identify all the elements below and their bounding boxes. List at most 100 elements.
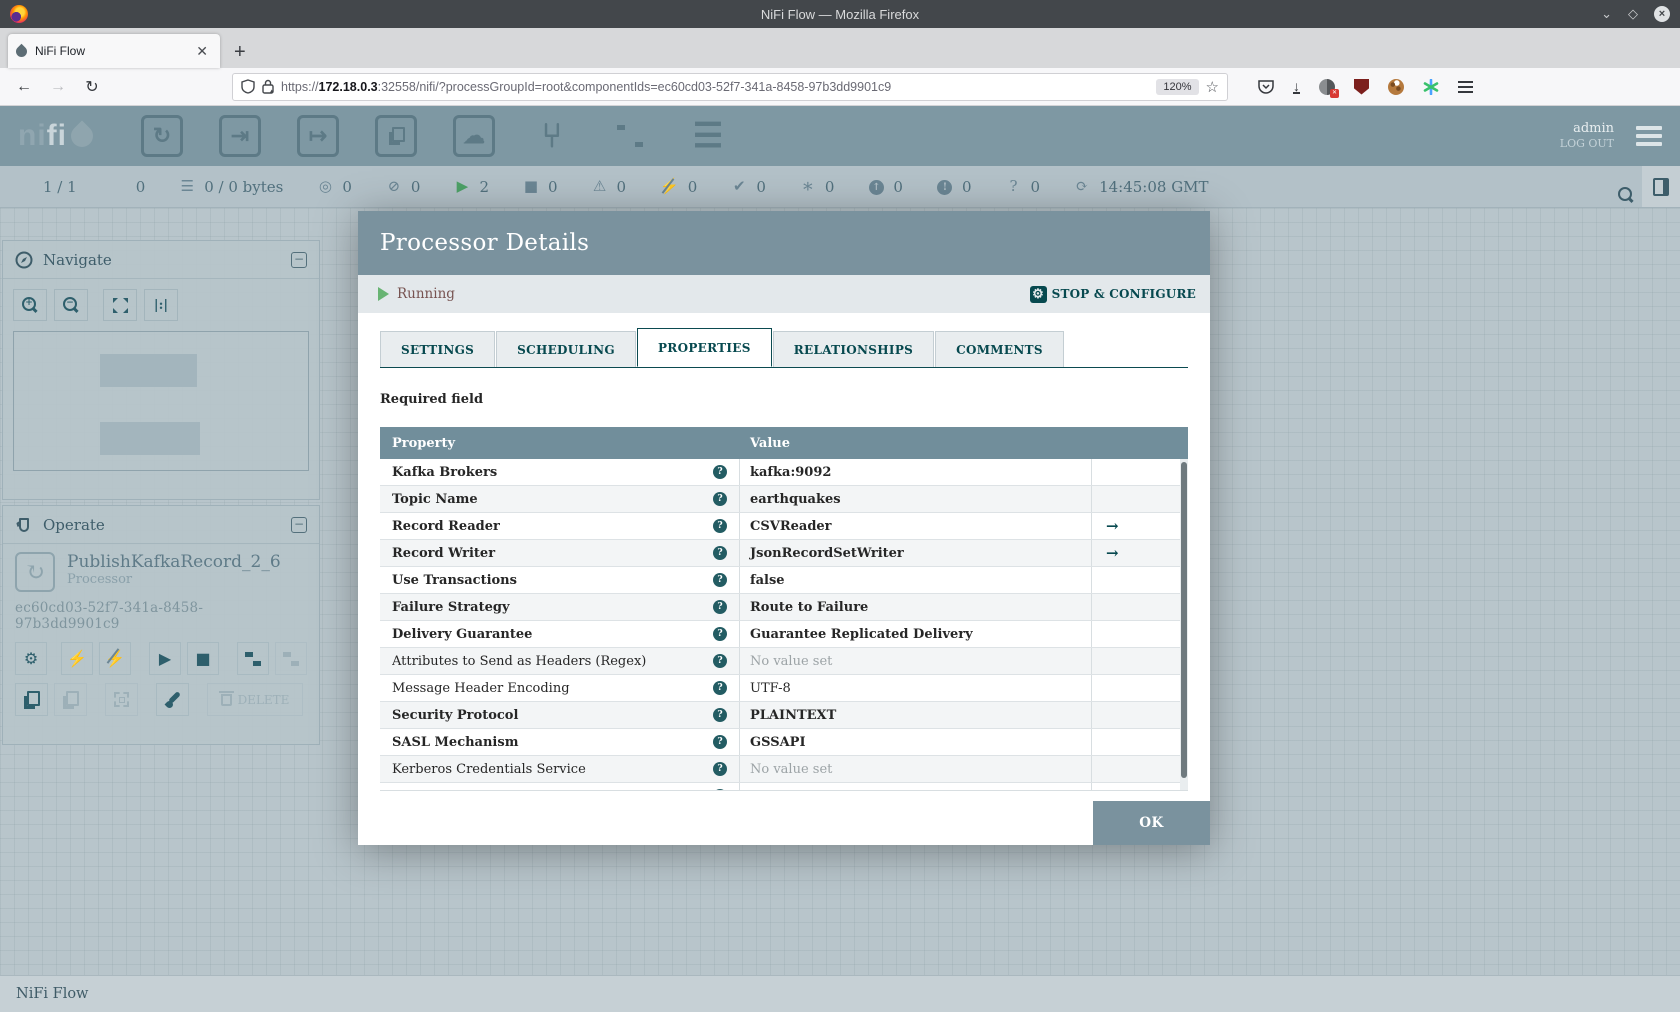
zoom-in-button[interactable] [13,289,47,321]
help-icon[interactable]: ? [713,762,727,776]
reload-button[interactable]: ↻ [78,77,106,97]
table-row[interactable]: Record Writer? JsonRecordSetWriter → [380,540,1188,567]
tracking-shield-icon[interactable] [241,79,255,94]
tab-close-icon[interactable]: ✕ [192,43,212,60]
help-icon[interactable]: ? [713,708,727,722]
change-color-button[interactable] [156,683,189,716]
go-to-service-icon[interactable]: → [1106,517,1119,535]
downloads-icon[interactable]: ↓ [1293,79,1300,94]
birdseye-minimap[interactable] [13,331,309,471]
collapse-operate-icon[interactable]: − [291,516,307,533]
go-to-service-icon[interactable]: → [1106,544,1119,562]
help-icon[interactable]: ? [713,546,727,560]
tab-relationships[interactable]: RELATIONSHIPS [772,331,935,367]
property-value: No value set [750,761,833,777]
global-menu-icon[interactable] [1636,125,1662,146]
window-close-icon[interactable]: × [1654,6,1670,22]
table-row[interactable]: Use Transactions? false [380,567,1188,594]
input-port-component-icon[interactable]: ⇥ [219,115,261,157]
zoom-out-button[interactable] [54,289,88,321]
status-value: 0 [548,177,558,196]
logout-link[interactable]: LOG OUT [1560,137,1614,152]
property-name: Security Protocol [392,707,519,723]
nifi-header: ni fi ↻ ⇥ ↦ ☁ ⑂ ☰ admin LOG OUT [0,106,1680,166]
paste-button[interactable] [54,683,87,716]
processor-component-icon[interactable]: ↻ [141,115,183,157]
ok-button[interactable]: OK [1093,801,1210,845]
help-icon[interactable]: ? [713,654,727,668]
group-button[interactable] [105,683,138,716]
breadcrumb[interactable]: NiFi Flow [16,986,88,1002]
help-icon[interactable]: ? [713,789,727,790]
tab-comments[interactable]: COMMENTS [935,331,1064,367]
help-icon[interactable]: ? [713,573,727,587]
copy-button[interactable] [15,683,48,716]
tab-settings[interactable]: SETTINGS [380,331,496,367]
table-row[interactable]: Kafka Brokers? kafka:9092 [380,459,1188,486]
bookmark-star-icon[interactable]: ☆ [1206,78,1219,96]
table-row[interactable]: Failure Strategy? Route to Failure [380,594,1188,621]
table-row[interactable]: Delivery Guarantee? Guarantee Replicated … [380,621,1188,648]
table-row[interactable]: Message Header Encoding? UTF-8 [380,675,1188,702]
window-menu-chevron-icon[interactable]: ⌄ [1601,6,1612,22]
zoom-actual-button[interactable]: |:| [144,289,178,321]
help-icon[interactable]: ? [713,465,727,479]
help-icon[interactable]: ? [713,492,727,506]
lock-warning-icon[interactable] [262,79,274,94]
configure-button[interactable]: ⚙ [15,642,47,675]
stop-button[interactable]: ■ [187,642,219,675]
funnel-component-icon[interactable]: ⑂ [531,115,573,157]
help-icon[interactable]: ? [713,600,727,614]
label-component-icon[interactable]: ☰ [687,115,729,157]
tab-scheduling[interactable]: SCHEDULING [496,331,636,367]
revert-version-icon [283,651,299,666]
cookie-extension-icon[interactable] [1388,78,1404,95]
stop-and-configure-button[interactable]: ⚙ STOP & CONFIGURE [1029,285,1196,303]
table-row[interactable]: SASL Mechanism? GSSAPI [380,729,1188,756]
last-refresh-time: 14:45:08 GMT [1099,177,1209,196]
table-row-partial[interactable]: ? No value set [380,783,1188,790]
extension-asterisk-icon[interactable] [1423,78,1439,95]
table-row[interactable]: Record Reader? CSVReader → [380,513,1188,540]
process-group-component-icon[interactable] [375,115,417,157]
browser-menu-icon[interactable] [1458,80,1473,93]
privacy-extension-icon[interactable] [1319,78,1339,98]
collapse-navigate-icon[interactable]: − [291,251,307,268]
save-template-button[interactable] [237,642,269,675]
remote-process-group-component-icon[interactable]: ☁ [453,115,495,157]
url-bar[interactable]: https://172.18.0.3:32558/nifi/?processGr… [232,72,1228,101]
browser-tab[interactable]: NiFi Flow ✕ [8,34,220,68]
help-icon[interactable]: ? [713,735,727,749]
template-component-icon[interactable] [609,115,651,157]
minimap-processor-rect [100,422,200,455]
zoom-fit-button[interactable] [103,289,137,321]
nifi-logo-droplet-icon [66,120,98,152]
table-scrollbar[interactable] [1180,459,1188,790]
help-icon[interactable]: ? [713,627,727,641]
table-scrollbar-thumb[interactable] [1181,462,1187,778]
start-button[interactable]: ▶ [149,642,181,675]
table-row[interactable]: Kerberos Credentials Service? No value se… [380,756,1188,783]
refresh-icon[interactable]: ⟳ [1074,179,1090,194]
table-row[interactable]: Topic Name? earthquakes [380,486,1188,513]
properties-table-header: Property Value [380,427,1188,459]
back-button[interactable]: ← [10,78,38,96]
pocket-icon[interactable] [1258,79,1274,94]
delete-button[interactable]: DELETE [207,683,303,716]
sidebar-toggle-button[interactable] [1642,166,1680,207]
help-icon[interactable]: ? [713,519,727,533]
new-tab-button[interactable]: + [220,41,260,68]
ublock-extension-icon[interactable] [1354,78,1369,95]
disable-button[interactable]: ⚡ [99,642,131,675]
output-port-component-icon[interactable]: ↦ [297,115,339,157]
operate-panel-title: Operate [43,515,105,534]
forward-button[interactable]: → [44,78,72,96]
help-icon[interactable]: ? [713,681,727,695]
window-restore-icon[interactable]: ◇ [1628,6,1638,22]
table-row[interactable]: Attributes to Send as Headers (Regex)? No… [380,648,1188,675]
tab-properties[interactable]: PROPERTIES [636,328,772,367]
enable-button[interactable]: ⚡ [61,642,93,675]
table-row[interactable]: Security Protocol? PLAINTEXT [380,702,1188,729]
revert-version-button[interactable] [275,642,307,675]
zoom-level-badge[interactable]: 120% [1156,78,1199,95]
